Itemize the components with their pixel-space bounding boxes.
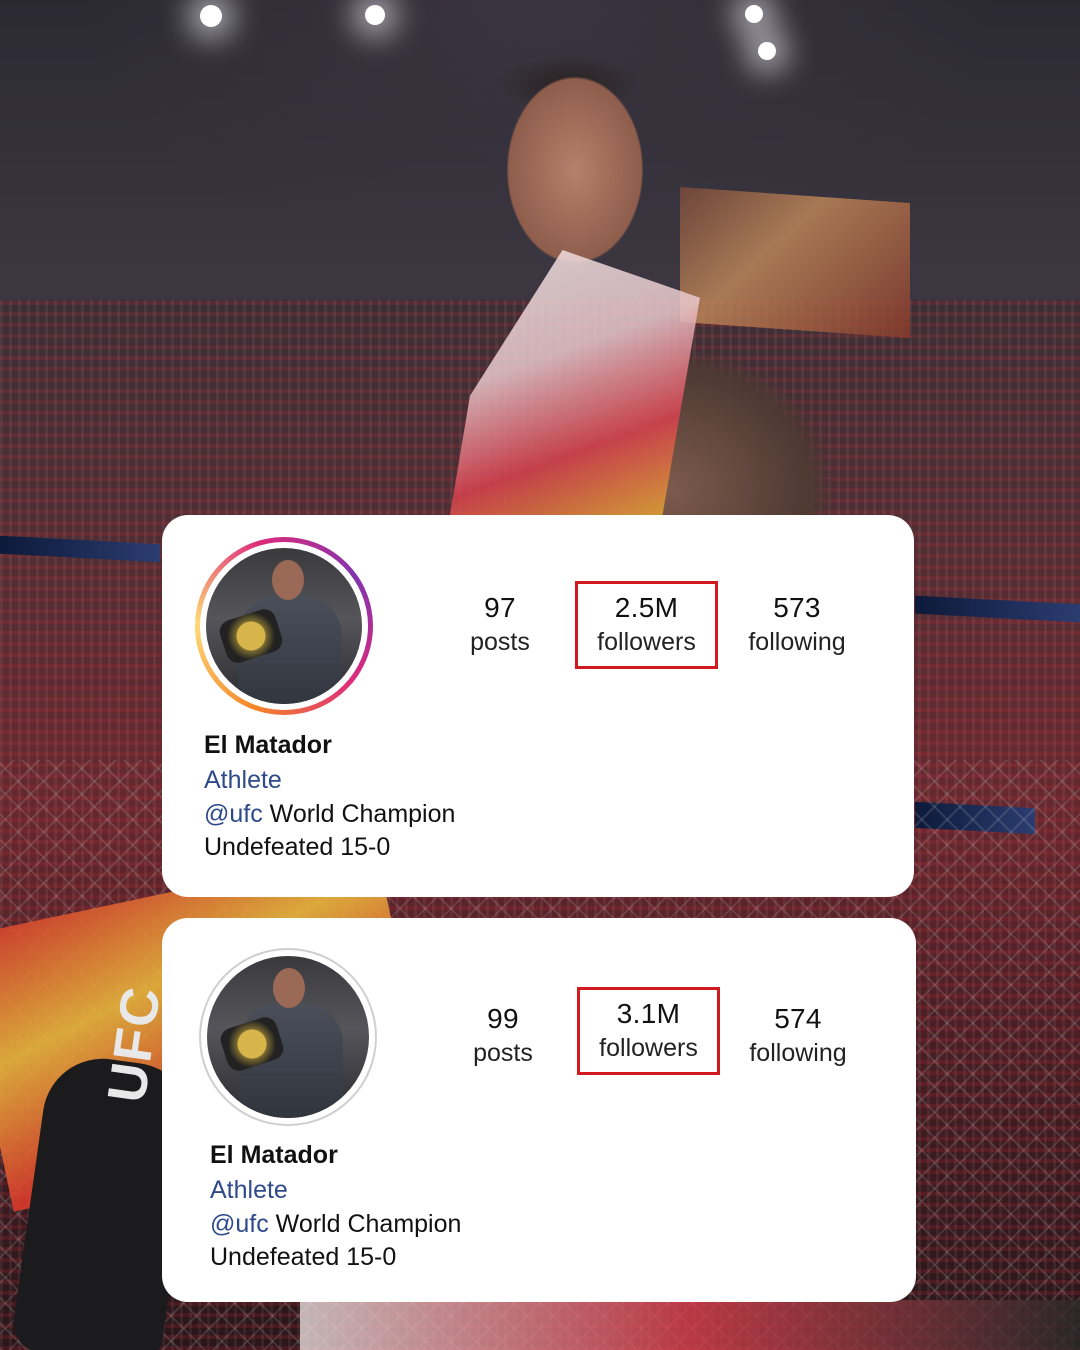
arena-light xyxy=(365,5,385,25)
profile-card-before: 97 posts 2.5M followers 573 following El… xyxy=(162,515,914,897)
profile-card-after: 99 posts 3.1M followers 574 following El… xyxy=(162,918,916,1302)
posts-count: 97 xyxy=(484,592,516,623)
bio-line: @ufc World Champion xyxy=(210,1208,461,1241)
following-label: following xyxy=(748,628,846,656)
bio-line: Undefeated 15-0 xyxy=(204,833,391,861)
mention-link[interactable]: @ufc xyxy=(204,800,263,828)
followers-count: 3.1M xyxy=(616,998,681,1029)
followers-stat[interactable]: 3.1M followers xyxy=(577,987,720,1075)
avatar-story-ring[interactable] xyxy=(195,537,373,715)
display-name: El Matador xyxy=(204,731,332,759)
posts-stat[interactable]: 97 posts xyxy=(455,591,545,659)
display-name: El Matador xyxy=(210,1141,338,1169)
bio-line: @ufc World Champion xyxy=(204,798,455,831)
profile-bio: El Matador Athlete @ufc World Champion U… xyxy=(210,1137,461,1274)
category-label: Athlete xyxy=(210,1176,288,1204)
followers-label: followers xyxy=(599,1034,698,1062)
following-count: 573 xyxy=(773,592,821,623)
followers-count: 2.5M xyxy=(614,592,679,623)
following-count: 574 xyxy=(774,1003,822,1034)
category-label: Athlete xyxy=(204,766,282,794)
following-label: following xyxy=(749,1039,847,1067)
posts-label: posts xyxy=(470,628,530,656)
avatar xyxy=(206,548,362,704)
bio-line: Undefeated 15-0 xyxy=(210,1243,397,1271)
posts-stat[interactable]: 99 posts xyxy=(458,1002,548,1070)
posts-label: posts xyxy=(473,1039,533,1067)
followers-stat[interactable]: 2.5M followers xyxy=(575,581,718,669)
avatar xyxy=(207,956,369,1118)
bio-text: World Champion xyxy=(262,800,456,828)
following-stat[interactable]: 574 following xyxy=(733,1002,863,1070)
arena-light xyxy=(200,5,222,27)
bio-text: World Champion xyxy=(268,1210,462,1238)
following-stat[interactable]: 573 following xyxy=(732,591,862,659)
followers-label: followers xyxy=(597,628,696,656)
mention-link[interactable]: @ufc xyxy=(210,1210,269,1238)
posts-count: 99 xyxy=(487,1003,519,1034)
profile-bio: El Matador Athlete @ufc World Champion U… xyxy=(204,727,455,864)
avatar-ring[interactable] xyxy=(199,948,377,1126)
shorts-band xyxy=(300,1300,1080,1350)
